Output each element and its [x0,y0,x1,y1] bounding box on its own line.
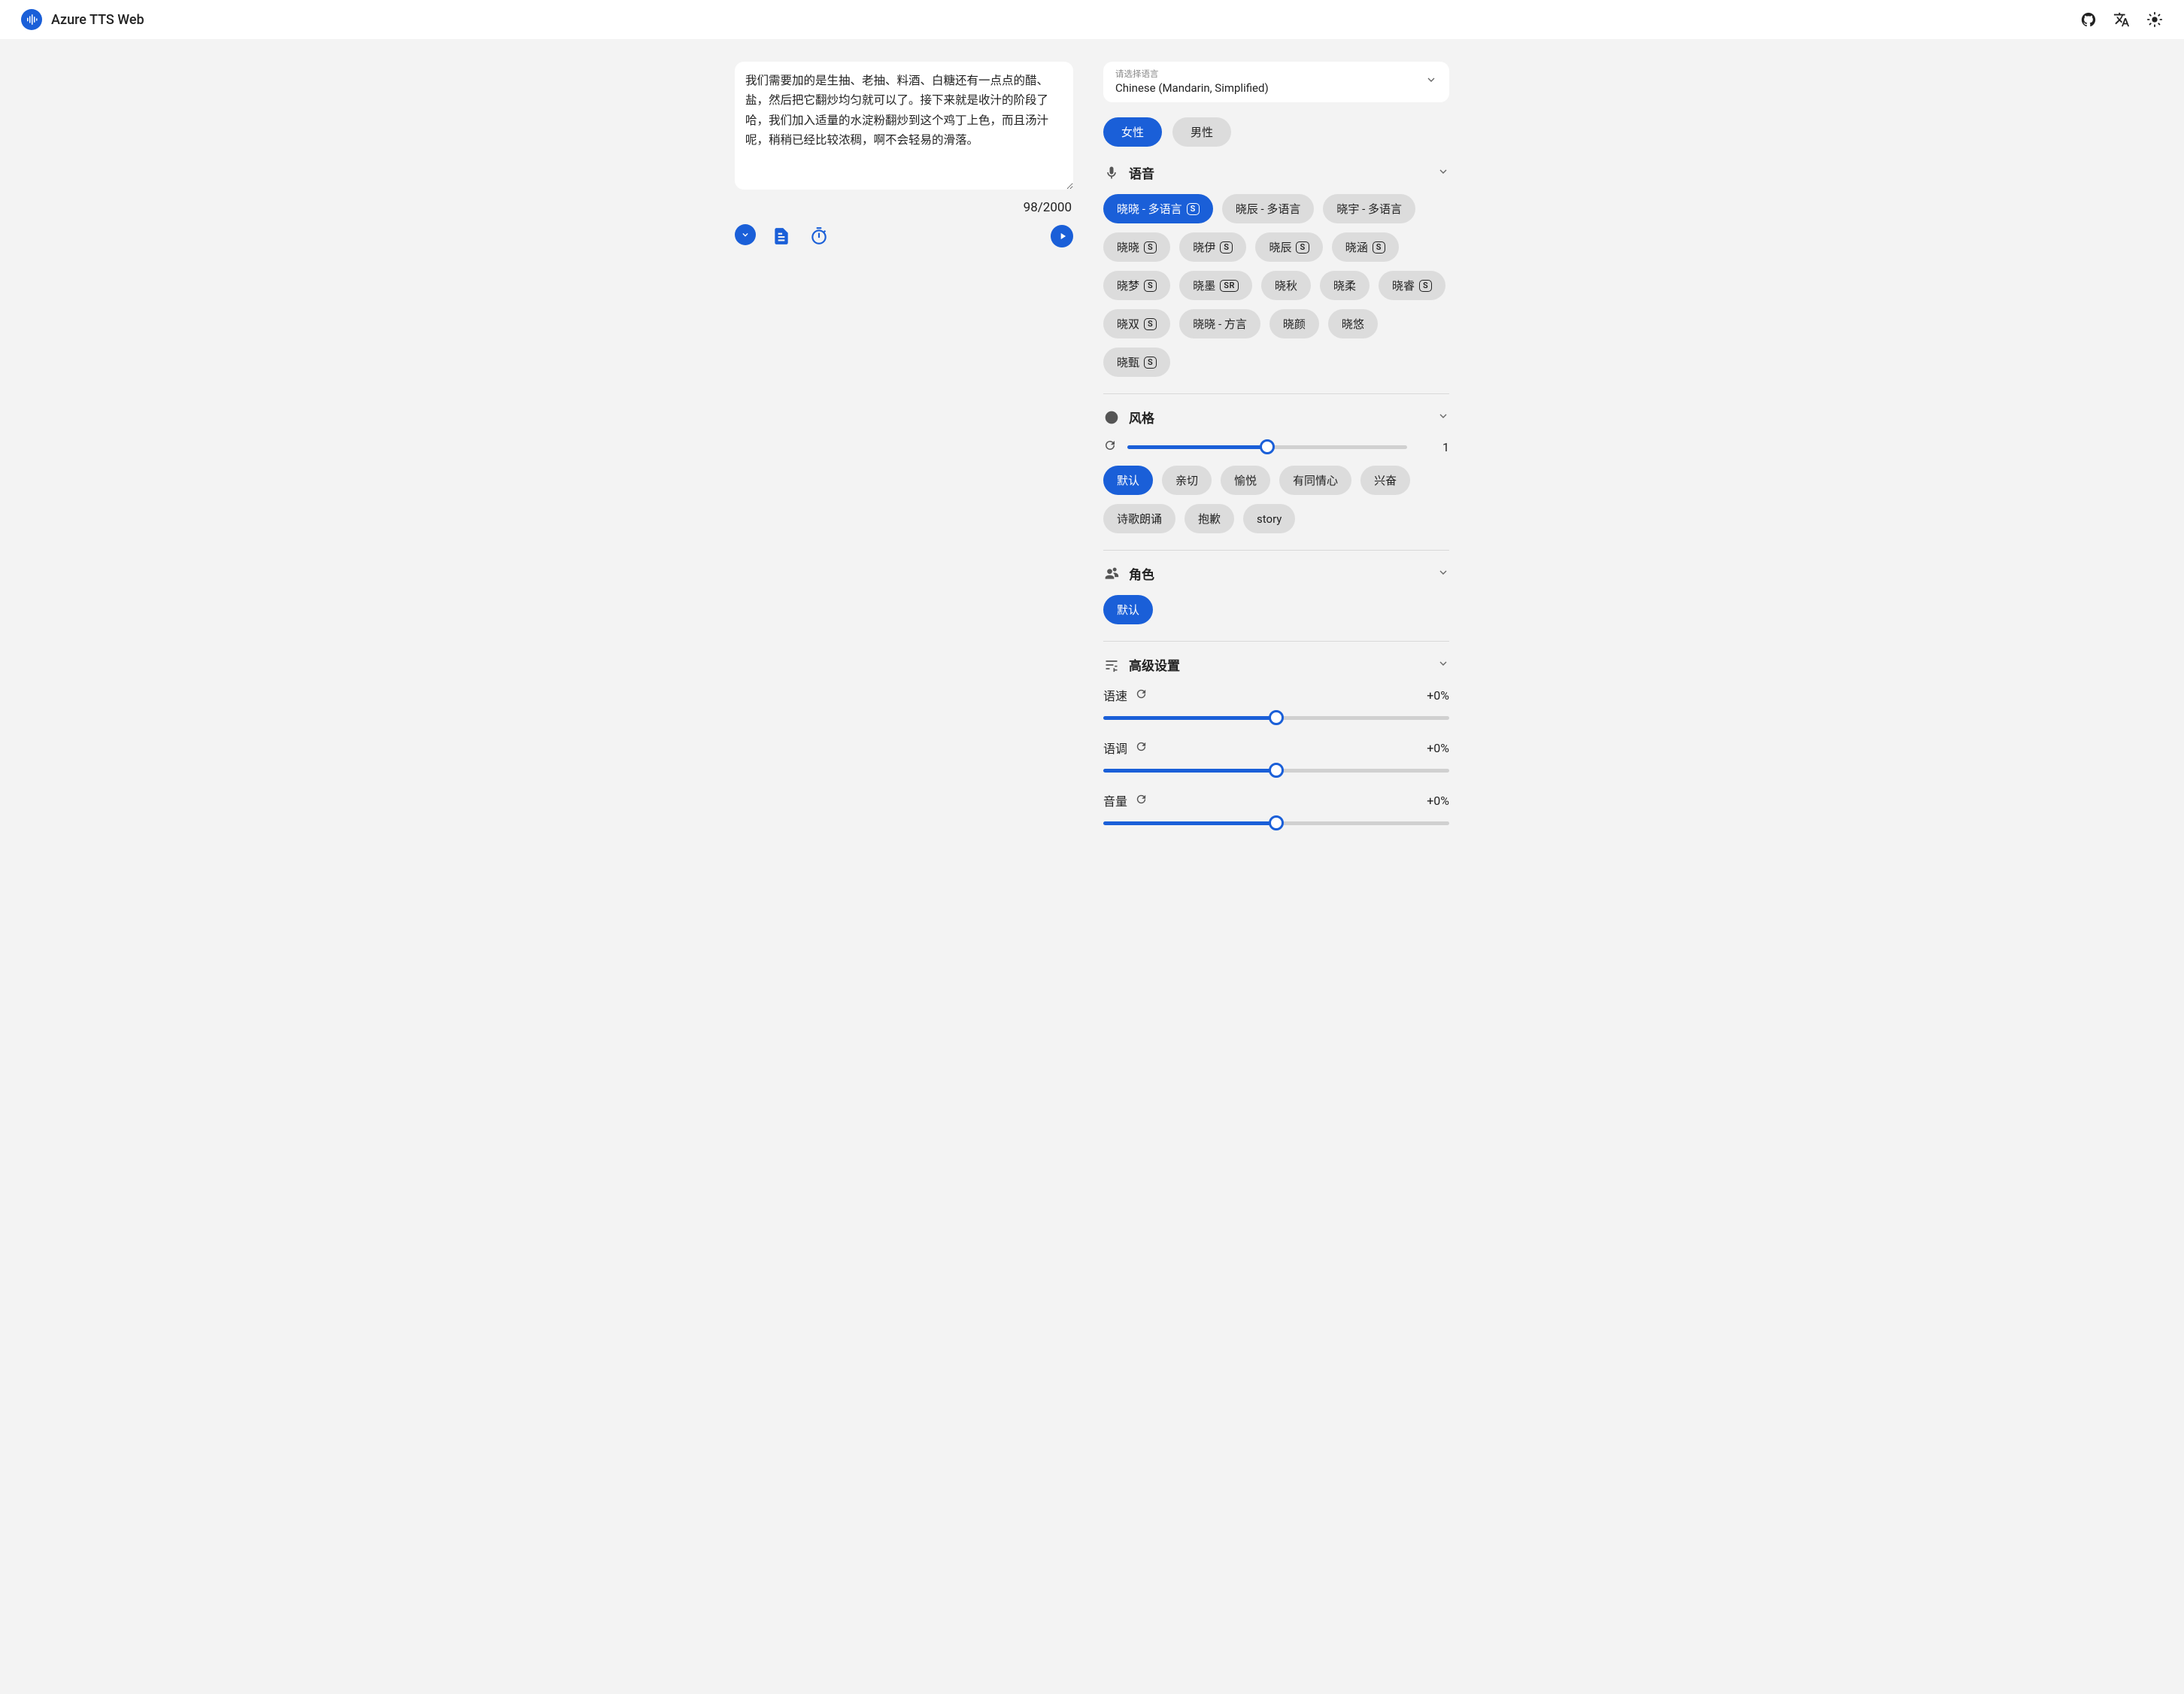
voice-tag: S [1419,280,1432,292]
rate-row: 语速 +0% [1103,686,1449,725]
voice-option[interactable]: 晓晓 - 方言 [1179,309,1260,338]
voice-option[interactable]: 晓涵S [1332,232,1399,262]
volume-slider[interactable] [1103,815,1449,830]
app-header: Azure TTS Web [0,0,2184,39]
pitch-slider[interactable] [1103,763,1449,778]
voice-tag: S [1296,241,1309,253]
style-option[interactable]: 默认 [1103,466,1153,495]
face-icon [1103,409,1120,426]
role-option[interactable]: 默认 [1103,595,1153,624]
voice-option[interactable]: 晓双S [1103,309,1170,338]
app-title: Azure TTS Web [51,12,144,28]
advanced-collapse[interactable] [1437,657,1449,672]
play-button[interactable] [1051,225,1073,247]
voice-option[interactable]: 晓墨SR [1179,271,1252,300]
voice-collapse[interactable] [1437,165,1449,181]
translate-icon[interactable] [2113,11,2130,28]
style-collapse[interactable] [1437,410,1449,425]
pitch-label: 语调 [1103,739,1127,757]
role-title: 角色 [1129,564,1428,583]
voice-tag: SR [1220,280,1239,292]
style-option[interactable]: 抱歉 [1185,504,1234,533]
voice-option[interactable]: 晓秋 [1261,271,1311,300]
voice-option[interactable]: 晓伊S [1179,232,1246,262]
pitch-row: 语调 +0% [1103,739,1449,778]
voice-section: 语音 晓晓 - 多语言S 晓辰 - 多语言晓宇 - 多语言晓晓S 晓伊S 晓辰S 晓涵S… [1103,163,1449,377]
gender-female[interactable]: 女性 [1103,117,1162,147]
style-title: 风格 [1129,408,1428,427]
voice-option[interactable]: 晓晓 - 多语言S [1103,194,1213,223]
theme-icon[interactable] [2146,11,2163,28]
volume-row: 音量 +0% [1103,791,1449,830]
rate-reset[interactable] [1135,688,1148,703]
voice-option[interactable]: 晓悠 [1328,309,1378,338]
voice-option[interactable]: 晓梦S [1103,271,1170,300]
style-option[interactable]: 兴奋 [1360,466,1410,495]
style-option[interactable]: 诗歌朗诵 [1103,504,1175,533]
role-section: 角色 默认 [1103,564,1449,624]
voice-option[interactable]: 晓甄S [1103,348,1170,377]
volume-reset[interactable] [1135,793,1148,809]
advanced-title: 高级设置 [1129,655,1428,674]
pitch-reset[interactable] [1135,740,1148,756]
char-counter: 98/2000 [735,200,1073,215]
style-reset[interactable] [1103,439,1117,455]
rate-slider[interactable] [1103,710,1449,725]
role-collapse[interactable] [1437,566,1449,581]
style-degree-row: 1 [1103,439,1449,455]
pitch-value: +0% [1427,741,1449,755]
voice-option[interactable]: 晓辰S [1255,232,1322,262]
voice-option[interactable]: 晓宇 - 多语言 [1323,194,1415,223]
file-button[interactable] [769,224,793,248]
people-icon [1103,566,1120,582]
rate-label: 语速 [1103,686,1127,704]
app-logo [21,9,42,30]
voice-tag: S [1144,241,1157,253]
voice-option[interactable]: 晓颜 [1269,309,1319,338]
style-degree-value: 1 [1418,440,1449,454]
text-input[interactable] [735,62,1073,190]
rate-value: +0% [1427,688,1449,703]
timer-button[interactable] [807,224,831,248]
advanced-section: 高级设置 语速 +0% 语调 +0% [1103,655,1449,830]
style-section: 风格 1 默认亲切愉悦有同情心兴奋诗歌朗诵抱歉 story [1103,408,1449,533]
github-icon[interactable] [2080,11,2097,28]
download-button[interactable] [735,224,756,245]
language-select[interactable]: 请选择语言 Chinese (Mandarin, Simplified) [1103,62,1449,102]
voice-title: 语音 [1129,163,1428,182]
voice-tag: S [1220,241,1233,253]
style-option[interactable]: 亲切 [1162,466,1212,495]
voice-tag: S [1144,318,1157,330]
gender-male[interactable]: 男性 [1172,117,1231,147]
language-select-label: 请选择语言 [1115,68,1269,80]
voice-tag: S [1187,203,1200,215]
volume-value: +0% [1427,794,1449,808]
voice-option[interactable]: 晓辰 - 多语言 [1222,194,1315,223]
style-option[interactable]: story [1243,504,1295,533]
voice-option[interactable]: 晓睿S [1379,271,1445,300]
style-degree-slider[interactable] [1127,439,1407,454]
voice-tag: S [1144,280,1157,292]
style-option[interactable]: 愉悦 [1221,466,1270,495]
language-select-value: Chinese (Mandarin, Simplified) [1115,81,1269,95]
volume-label: 音量 [1103,791,1127,809]
voice-tag: S [1373,241,1385,253]
mic-icon [1103,165,1120,181]
voice-option[interactable]: 晓柔 [1320,271,1370,300]
sliders-icon [1103,657,1120,673]
style-option[interactable]: 有同情心 [1279,466,1351,495]
chevron-down-icon [1425,74,1437,89]
voice-tag: S [1144,357,1157,369]
voice-option[interactable]: 晓晓S [1103,232,1170,262]
